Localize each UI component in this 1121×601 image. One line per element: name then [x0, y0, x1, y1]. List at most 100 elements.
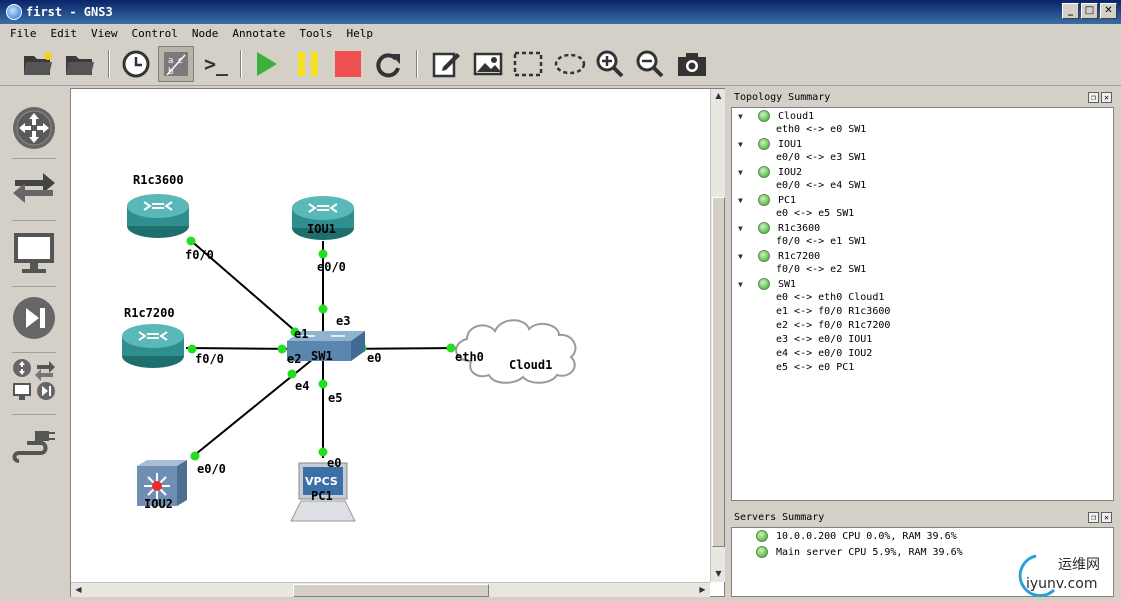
router-r1c3600[interactable]: [127, 194, 189, 238]
topology-node-item[interactable]: ▼ R1c3600: [738, 221, 820, 235]
insert-image-icon[interactable]: [470, 46, 506, 82]
draw-rectangle-icon[interactable]: [510, 46, 546, 82]
expand-triangle-icon[interactable]: ▼: [738, 252, 748, 261]
topology-link-item[interactable]: e0 <-> eth0 Cloud1: [776, 291, 884, 305]
scroll-right-arrow-icon[interactable]: ▶: [695, 583, 710, 598]
topology-canvas[interactable]: R1c3600 IOU1 R1c7200 SW1 Cloud1 IOU2 PC1…: [70, 88, 725, 597]
panel-float-icon[interactable]: ❐: [1088, 512, 1099, 523]
topology-node-name: R1c3600: [778, 222, 821, 234]
panel-close-icon[interactable]: ✕: [1101, 92, 1112, 103]
security-devices-category-icon[interactable]: [10, 292, 58, 344]
show-interface-labels-icon[interactable]: acb: [158, 46, 194, 82]
topology-summary-header: Topology Summary ❐ ✕: [731, 90, 1114, 106]
menu-annotate[interactable]: Annotate: [232, 27, 285, 40]
menu-file[interactable]: File: [10, 27, 37, 40]
topology-link-item[interactable]: e2 <-> f0/0 R1c7200: [776, 319, 890, 333]
minimize-button[interactable]: _: [1062, 3, 1079, 19]
topology-link-item[interactable]: eth0 <-> e0 SW1: [776, 123, 866, 137]
menu-view[interactable]: View: [91, 27, 118, 40]
scroll-up-arrow-icon[interactable]: ▲: [711, 89, 726, 104]
menu-node[interactable]: Node: [192, 27, 219, 40]
label-iou2: IOU2: [144, 497, 173, 511]
expand-triangle-icon[interactable]: ▼: [738, 168, 748, 177]
menu-help[interactable]: Help: [346, 27, 373, 40]
menu-control[interactable]: Control: [132, 27, 178, 40]
vertical-scroll-thumb[interactable]: [712, 197, 725, 547]
expand-triangle-icon[interactable]: ▼: [738, 224, 748, 233]
expand-triangle-icon[interactable]: ▼: [738, 196, 748, 205]
switches-category-icon[interactable]: [10, 162, 58, 214]
panel-close-icon[interactable]: ✕: [1101, 512, 1112, 523]
port-label-r1c3600-f00: f0/0: [185, 248, 214, 262]
panel-float-icon[interactable]: ❐: [1088, 92, 1099, 103]
draw-ellipse-icon[interactable]: [552, 46, 588, 82]
port-label-sw1-e0: e0: [367, 351, 382, 365]
server-item[interactable]: 10.0.0.200 CPU 0.0%, RAM 39.6%: [756, 529, 957, 543]
edit-note-icon[interactable]: [428, 46, 464, 82]
close-button[interactable]: ✕: [1100, 3, 1117, 19]
server-status-icon: [756, 530, 768, 542]
new-project-icon[interactable]: [20, 46, 56, 82]
topology-node-item[interactable]: ▼ Cloud1: [738, 109, 814, 123]
topology-link-item[interactable]: e5 <-> e0 PC1: [776, 361, 854, 375]
maximize-button[interactable]: □: [1081, 3, 1098, 19]
topology-link-item[interactable]: e0 <-> e5 SW1: [776, 207, 854, 221]
canvas-vertical-scrollbar[interactable]: ▲ ▼: [710, 89, 725, 582]
open-project-icon[interactable]: [62, 46, 98, 82]
topology-link-item[interactable]: f0/0 <-> e2 SW1: [776, 263, 866, 277]
topology-summary-title: Topology Summary: [734, 92, 831, 103]
horizontal-scroll-thumb[interactable]: [293, 584, 489, 597]
node-status-icon: [758, 194, 770, 206]
topology-node-item[interactable]: ▼ IOU1: [738, 137, 802, 151]
topology-node-item[interactable]: ▼ PC1: [738, 193, 796, 207]
routers-category-icon[interactable]: [10, 102, 58, 154]
router-r1c7200[interactable]: [122, 324, 184, 368]
topology-link-item[interactable]: e0/0 <-> e4 SW1: [776, 179, 866, 193]
topology-node-item[interactable]: ▼ SW1: [738, 277, 796, 291]
clock-icon[interactable]: [118, 46, 154, 82]
all-devices-category-icon[interactable]: [10, 354, 58, 406]
zoom-in-icon[interactable]: [592, 46, 628, 82]
topology-link-item[interactable]: e4 <-> e0/0 IOU2: [776, 347, 872, 361]
end-devices-category-icon[interactable]: [10, 226, 58, 278]
expand-triangle-icon[interactable]: ▼: [738, 280, 748, 289]
main-toolbar: acb >_: [0, 42, 1121, 86]
topology-node-name: R1c7200: [778, 250, 821, 262]
label-r1c7200: R1c7200: [124, 306, 175, 320]
topology-node-item[interactable]: ▼ R1c7200: [738, 249, 820, 263]
menu-edit[interactable]: Edit: [51, 27, 78, 40]
topology-node-item[interactable]: ▼ IOU2: [738, 165, 802, 179]
expand-triangle-icon[interactable]: ▼: [738, 140, 748, 149]
watermark-url-text: iyunv.com: [1026, 576, 1098, 592]
canvas-horizontal-scrollbar[interactable]: ◀ ▶: [71, 582, 710, 597]
port-label-iou2-e00: e0/0: [197, 462, 226, 476]
server-item[interactable]: Main server CPU 5.9%, RAM 39.6%: [756, 545, 963, 559]
pause-icon[interactable]: [290, 46, 326, 82]
server-status-icon: [756, 546, 768, 558]
node-status-icon: [758, 250, 770, 262]
menu-tools[interactable]: Tools: [299, 27, 332, 40]
topology-link-item[interactable]: e0/0 <-> e3 SW1: [776, 151, 866, 165]
node-status-icon: [758, 166, 770, 178]
console-icon[interactable]: >_: [198, 46, 234, 82]
device-dock: [0, 88, 64, 598]
scroll-left-arrow-icon[interactable]: ◀: [71, 583, 86, 598]
scroll-down-arrow-icon[interactable]: ▼: [711, 567, 726, 582]
topology-link-item[interactable]: e3 <-> e0/0 IOU1: [776, 333, 872, 347]
reload-icon[interactable]: [370, 46, 406, 82]
screenshot-icon[interactable]: [674, 46, 710, 82]
node-status-icon: [758, 278, 770, 290]
topology-node-name: IOU1: [778, 138, 803, 150]
port-label-sw1-e5: e5: [328, 391, 343, 405]
topology-node-name: PC1: [778, 194, 797, 206]
port-label-pc1-e0: e0: [327, 456, 342, 470]
expand-triangle-icon[interactable]: ▼: [738, 112, 748, 121]
node-status-icon: [758, 110, 770, 122]
stop-icon[interactable]: [330, 46, 366, 82]
start-icon[interactable]: [248, 46, 284, 82]
add-link-icon[interactable]: [10, 418, 58, 470]
zoom-out-icon[interactable]: [632, 46, 668, 82]
vpcs-badge: VPCS: [305, 475, 338, 488]
topology-link-item[interactable]: f0/0 <-> e1 SW1: [776, 235, 866, 249]
topology-link-item[interactable]: e1 <-> f0/0 R1c3600: [776, 305, 890, 319]
